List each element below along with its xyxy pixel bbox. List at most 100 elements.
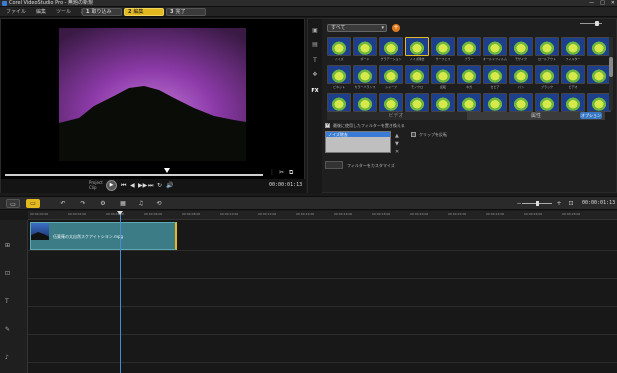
transition-tab-icon[interactable]: ▤ — [311, 41, 319, 49]
filter-tab-icon[interactable]: FX — [311, 87, 319, 95]
replace-filter-checkbox[interactable] — [325, 122, 330, 128]
playhead[interactable] — [117, 211, 123, 373]
options-button[interactable]: オプション — [580, 112, 602, 119]
filter-thumbnail[interactable] — [327, 65, 351, 84]
voice-track[interactable] — [28, 307, 617, 335]
record-capture-icon[interactable]: ⚙ — [96, 199, 110, 208]
applied-filter-list[interactable]: ノイズ除去 — [325, 131, 391, 153]
filter-thumbnail[interactable] — [535, 65, 559, 84]
filter-thumbnail[interactable] — [405, 37, 429, 56]
filter-thumbnail[interactable] — [561, 93, 585, 112]
preset-button[interactable] — [325, 161, 343, 169]
menu-file[interactable]: ファイル — [6, 7, 26, 17]
filter-thumbnail[interactable] — [353, 93, 377, 112]
filter-thumbnail[interactable] — [587, 65, 611, 84]
filter-thumbnail[interactable] — [457, 37, 481, 56]
overlay-track[interactable] — [28, 251, 617, 279]
remove-filter-icon[interactable]: ✕ — [395, 149, 399, 155]
copy-icon[interactable]: ⧉ — [289, 169, 293, 177]
filter-thumbnail[interactable] — [405, 65, 429, 84]
sound-mixer-icon[interactable]: ▦ — [116, 199, 130, 208]
close-button[interactable]: ✕ — [611, 0, 615, 7]
filter-thumbnail[interactable] — [327, 37, 351, 56]
filter-thumbnail[interactable] — [509, 37, 533, 56]
move-up-icon[interactable]: ▲ — [395, 133, 399, 139]
filter-thumbnail[interactable] — [379, 93, 403, 112]
tab-video[interactable]: ビデオ — [327, 112, 465, 120]
video-clip[interactable]: 伍薬薙の太自然スケアイトシヨン.mpg — [30, 222, 177, 250]
filter-thumbnail[interactable] — [353, 65, 377, 84]
scrub-handle[interactable] — [164, 168, 170, 173]
auto-music-icon[interactable]: ♫ — [134, 199, 148, 208]
filter-thumbnail[interactable] — [587, 37, 611, 56]
filter-thumbnail[interactable] — [587, 93, 611, 112]
title-track[interactable] — [28, 279, 617, 307]
voice-track-icon[interactable]: ✎ — [5, 326, 10, 333]
music-track[interactable] — [28, 335, 617, 363]
filter-thumbnail[interactable] — [483, 93, 507, 112]
add-icon[interactable]: + — [392, 24, 400, 32]
motion-tracking-icon[interactable]: ⟲ — [152, 199, 166, 208]
maximize-button[interactable]: □ — [600, 0, 605, 7]
title-track-icon[interactable]: T — [5, 298, 9, 305]
volume-icon[interactable]: 🔊 — [166, 182, 173, 190]
filter-thumbnail[interactable] — [431, 37, 455, 56]
scrub-bar[interactable] — [5, 174, 263, 176]
timeline-timecode[interactable]: 00:00:01:13 — [582, 200, 615, 206]
filter-label: オールドフィルム — [483, 57, 507, 61]
step-share[interactable]: 3 完了 — [166, 8, 206, 16]
filter-thumbnail[interactable] — [405, 93, 429, 112]
filter-thumbnail[interactable] — [353, 37, 377, 56]
timeline-view-icon[interactable]: ▭ — [26, 199, 40, 208]
filter-thumbnail[interactable] — [457, 65, 481, 84]
home-icon[interactable]: ⏮ — [121, 182, 126, 190]
split-clip-icon[interactable]: ✂ — [279, 169, 284, 177]
overlay-track-icon[interactable]: ⊡ — [5, 270, 10, 277]
prev-frame-icon[interactable]: ◀ — [130, 182, 135, 190]
step-capture[interactable]: 1 取り込み — [82, 8, 122, 16]
minimize-button[interactable]: — — [589, 0, 594, 7]
filter-thumbnail[interactable] — [379, 37, 403, 56]
player-timecode[interactable]: 00:00:01:13 — [269, 182, 302, 188]
video-track-icon[interactable]: ⊞ — [5, 242, 10, 249]
filter-thumbnail[interactable] — [483, 37, 507, 56]
next-frame-icon[interactable]: ▶▶ — [138, 182, 147, 190]
project-clip-toggle[interactable]: Project Clip — [89, 180, 103, 190]
undo-icon[interactable]: ↶ — [56, 199, 70, 208]
filter-thumbnail[interactable] — [561, 65, 585, 84]
filter-thumbnail[interactable] — [483, 65, 507, 84]
play-button[interactable]: ▶ — [106, 180, 117, 191]
storyboard-view-icon[interactable]: ▭ — [6, 199, 20, 208]
applied-filter-item[interactable]: ノイズ除去 — [326, 132, 390, 137]
graphic-tab-icon[interactable]: ❖ — [311, 71, 319, 79]
menu-edit[interactable]: 編集 — [36, 7, 46, 17]
timeline-zoom-slider[interactable] — [522, 201, 552, 206]
menu-tools[interactable]: ツール — [56, 7, 71, 17]
filter-thumbnail[interactable] — [561, 37, 585, 56]
step-edit[interactable]: 2 編集 — [124, 8, 164, 16]
thumbnail-size-slider[interactable] — [580, 21, 602, 26]
music-track-icon[interactable]: ♪ — [5, 354, 9, 361]
filter-label: モノクロ — [410, 85, 423, 89]
filter-thumbnail[interactable] — [509, 93, 533, 112]
filter-thumbnail[interactable] — [431, 93, 455, 112]
filter-thumbnail[interactable] — [457, 93, 481, 112]
title-tab-icon[interactable]: T — [311, 57, 319, 65]
trim-marker-icon[interactable]: ⋮ — [269, 169, 275, 177]
filter-thumbnail[interactable] — [509, 65, 533, 84]
filter-thumbnail[interactable] — [535, 37, 559, 56]
filter-thumbnail[interactable] — [379, 65, 403, 84]
filter-thumbnail[interactable] — [535, 93, 559, 112]
fit-project-icon[interactable]: ⊡ — [564, 199, 578, 208]
filter-thumbnail[interactable] — [327, 93, 351, 112]
reverse-clip-checkbox[interactable] — [411, 132, 416, 137]
repeat-icon[interactable]: ↻ — [157, 182, 162, 190]
move-down-icon[interactable]: ▼ — [395, 141, 399, 147]
end-icon[interactable]: ⏭ — [148, 182, 153, 190]
customize-filter-label[interactable]: フィルターをカスタマイズ — [347, 163, 395, 169]
media-tab-icon[interactable]: ▣ — [311, 27, 319, 35]
filter-thumbnail[interactable] — [431, 65, 455, 84]
gallery-dropdown[interactable]: すべて — [327, 24, 387, 32]
gallery-scrollbar[interactable] — [609, 37, 613, 110]
redo-icon[interactable]: ↷ — [76, 199, 90, 208]
